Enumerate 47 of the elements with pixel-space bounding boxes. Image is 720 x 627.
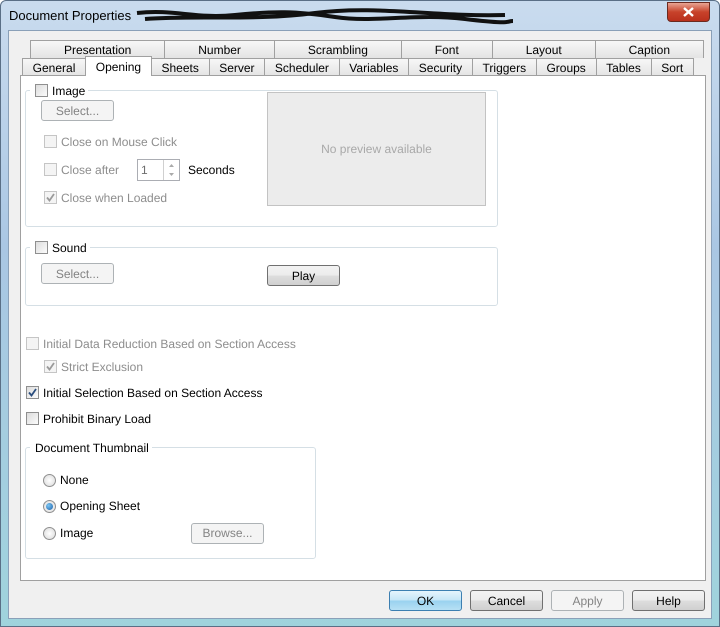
close-button[interactable] — [667, 2, 710, 22]
button[interactable]: Play — [267, 265, 340, 286]
radio-button[interactable] — [43, 474, 56, 486]
preview-area: No preview available — [267, 92, 486, 206]
unit-label: Seconds — [188, 162, 235, 178]
group-label: Sound — [52, 240, 87, 256]
checkbox-label: Prohibit Binary Load — [43, 410, 152, 428]
tab[interactable]: Layout — [492, 40, 596, 58]
group-label: Image — [52, 82, 86, 100]
tab[interactable]: Presentation — [30, 40, 166, 58]
tab[interactable]: Opening — [85, 56, 152, 76]
group-label: Document Thumbnail — [35, 440, 149, 456]
tab[interactable]: Sheets — [150, 58, 210, 76]
close-icon — [683, 6, 694, 16]
tab[interactable]: Caption — [594, 40, 704, 58]
radio-label: Image — [60, 525, 94, 542]
tab[interactable]: Variables — [338, 58, 410, 76]
checkbox-label: Close after — [61, 162, 120, 178]
spinner-value: 1 — [140, 162, 149, 178]
radio-label: None — [60, 472, 89, 489]
checkbox[interactable] — [35, 84, 48, 97]
tab[interactable]: Triggers — [472, 58, 537, 76]
checkbox-label: Close when Loaded — [61, 190, 168, 206]
tab[interactable]: General — [22, 58, 86, 76]
tab[interactable]: Sort — [650, 58, 694, 76]
checkbox-label: Initial Data Reduction Based on Section Access — [43, 336, 296, 352]
radio-label: Opening Sheet — [60, 498, 140, 515]
tab[interactable]: Server — [208, 58, 266, 76]
checkbox-label: Strict Exclusion — [61, 358, 144, 376]
radio-button[interactable] — [43, 526, 56, 540]
tab[interactable]: Security — [408, 58, 473, 76]
checkbox[interactable] — [26, 386, 39, 399]
tab[interactable]: Groups — [536, 58, 596, 76]
checkbox[interactable] — [35, 241, 48, 254]
button[interactable]: Help — [632, 590, 705, 611]
tab[interactable]: Scrambling — [274, 40, 402, 58]
checkbox[interactable] — [26, 412, 39, 425]
tab[interactable]: Tables — [596, 58, 652, 76]
checkbox-label: Initial Selection Based on Section Access — [43, 384, 262, 402]
checkbox-label: Close on Mouse Click — [61, 134, 178, 150]
button[interactable]: OK — [389, 590, 462, 611]
tab[interactable]: Font — [400, 40, 493, 58]
tab[interactable]: Scheduler — [264, 58, 340, 76]
button[interactable]: Cancel — [470, 590, 543, 611]
tab[interactable]: Number — [164, 40, 275, 58]
window-title: Document Properties — [9, 6, 132, 25]
radio-button[interactable] — [43, 500, 56, 512]
